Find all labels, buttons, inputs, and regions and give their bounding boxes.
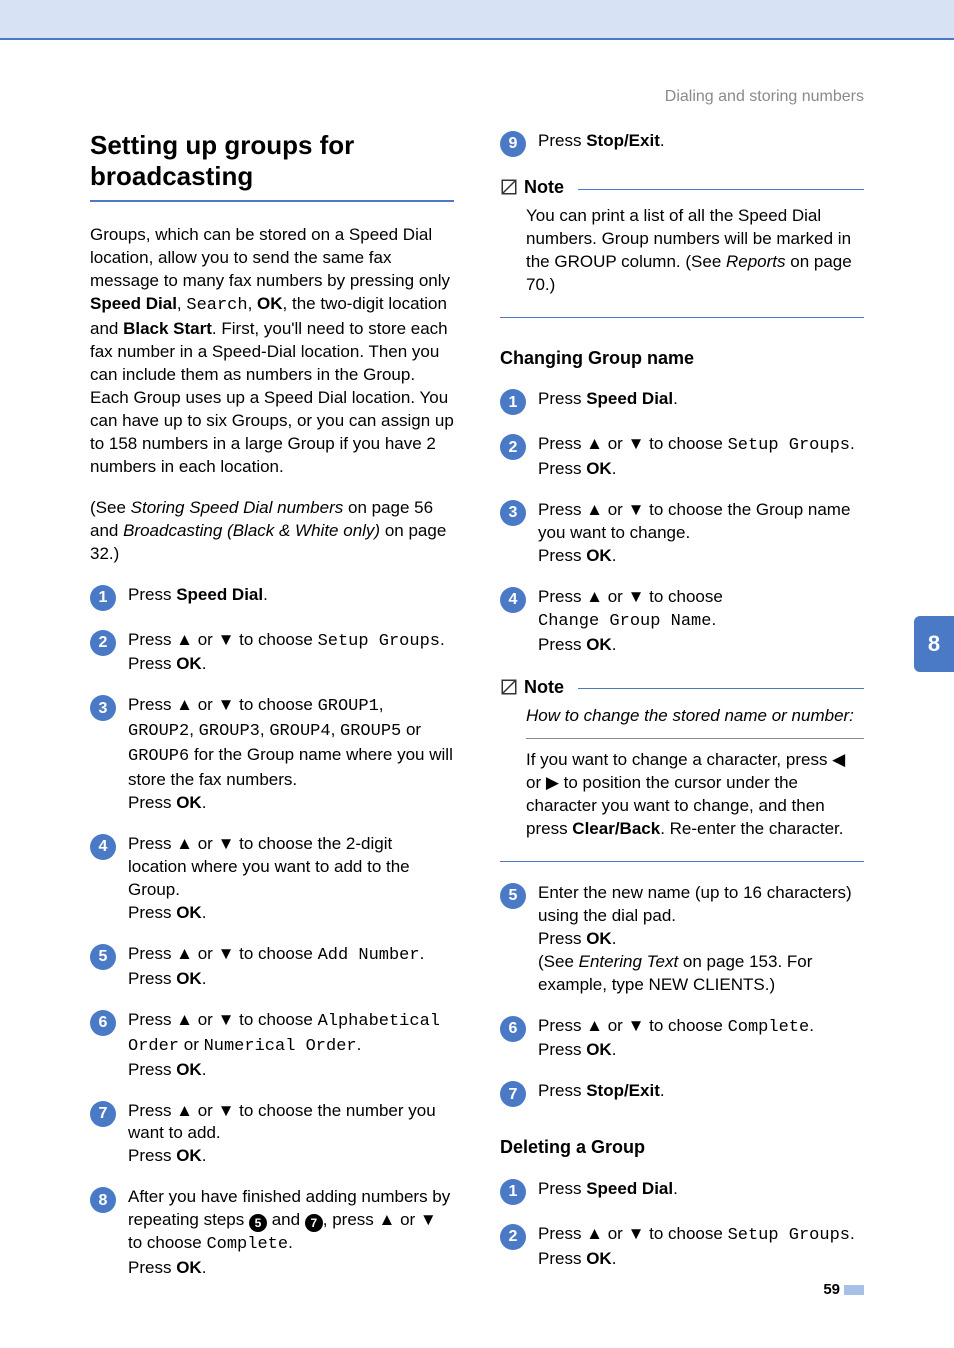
note-box-2: Note How to change the stored name or nu… <box>500 675 864 862</box>
step-ref-icon: 7 <box>305 1214 323 1232</box>
note-icon <box>500 678 518 696</box>
left-step-8: 8 After you have finished adding numbers… <box>90 1186 454 1280</box>
header-breadcrumb: Dialing and storing numbers <box>665 86 864 108</box>
subheading-deleting-a-group: Deleting a Group <box>500 1135 864 1159</box>
step-number-icon: 2 <box>500 1224 526 1250</box>
step-body: Press ▲ or ▼ to choose Setup Groups. Pre… <box>538 433 864 481</box>
chapter-tab: 8 <box>914 616 954 672</box>
right-c-step-2: 2 Press ▲ or ▼ to choose Setup Groups. P… <box>500 1223 864 1271</box>
left-step-2: 2 Press ▲ or ▼ to choose Setup Groups. P… <box>90 629 454 677</box>
right-b-step-7: 7 Press Stop/Exit. <box>500 1080 864 1107</box>
left-step-5: 5 Press ▲ or ▼ to choose Add Number. Pre… <box>90 943 454 991</box>
step-body: Press ▲ or ▼ to choose the number you wa… <box>128 1100 454 1169</box>
note-footer-rule <box>500 317 864 318</box>
right-column: 9 Press Stop/Exit. Note You can print a … <box>500 130 864 1298</box>
step-number-icon: 3 <box>500 500 526 526</box>
step-number-icon: 5 <box>500 883 526 909</box>
right-c-step-1: 1 Press Speed Dial. <box>500 1178 864 1205</box>
right-step-9: 9 Press Stop/Exit. <box>500 130 864 157</box>
left-step-4: 4 Press ▲ or ▼ to choose the 2-digit loc… <box>90 833 454 925</box>
heading-rule <box>90 200 454 202</box>
step-body: Press ▲ or ▼ to choose Complete. Press O… <box>538 1015 864 1063</box>
note-line <box>578 688 864 689</box>
left-step-1: 1 Press Speed Dial. <box>90 584 454 611</box>
step-number-icon: 4 <box>90 834 116 860</box>
note-footer-rule <box>500 861 864 862</box>
right-a-step-4: 4 Press ▲ or ▼ to choose Change Group Na… <box>500 586 864 657</box>
step-body: Press Speed Dial. <box>538 1178 864 1205</box>
note-line <box>578 189 864 190</box>
right-a-step-2: 2 Press ▲ or ▼ to choose Setup Groups. P… <box>500 433 864 481</box>
step-number-icon: 7 <box>500 1081 526 1107</box>
note-icon <box>500 178 518 196</box>
intro-paragraph-2: (See Storing Speed Dial numbers on page … <box>90 497 454 566</box>
step-body: Press ▲ or ▼ to choose GROUP1, GROUP2, G… <box>128 694 454 815</box>
right-a-step-1: 1 Press Speed Dial. <box>500 388 864 415</box>
note-subrule <box>526 738 864 739</box>
step-number-icon: 7 <box>90 1101 116 1127</box>
step-body: Press ▲ or ▼ to choose the 2-digit locat… <box>128 833 454 925</box>
step-body: Press Speed Dial. <box>538 388 864 415</box>
step-body: Press Stop/Exit. <box>538 130 864 157</box>
left-step-3: 3 Press ▲ or ▼ to choose GROUP1, GROUP2,… <box>90 694 454 815</box>
section-heading: Setting up groups for broadcasting <box>90 130 454 192</box>
left-column: Setting up groups for broadcasting Group… <box>90 130 454 1298</box>
step-body: Press Stop/Exit. <box>538 1080 864 1107</box>
step-body: Enter the new name (up to 16 characters)… <box>538 882 864 997</box>
step-number-icon: 6 <box>500 1016 526 1042</box>
subheading-changing-group-name: Changing Group name <box>500 346 864 370</box>
step-number-icon: 2 <box>90 630 116 656</box>
step-body: Press ▲ or ▼ to choose Setup Groups. Pre… <box>538 1223 864 1271</box>
note-lead: How to change the stored name or number: <box>526 706 854 725</box>
step-number-icon: 4 <box>500 587 526 613</box>
step-ref-icon: 5 <box>249 1214 267 1232</box>
step-number-icon: 8 <box>90 1187 116 1213</box>
step-number-icon: 1 <box>90 585 116 611</box>
right-b-step-6: 6 Press ▲ or ▼ to choose Complete. Press… <box>500 1015 864 1063</box>
page-number-bar-icon <box>844 1285 864 1295</box>
step-body: Press ▲ or ▼ to choose Alphabetical Orde… <box>128 1009 454 1082</box>
header-band <box>0 0 954 40</box>
step-body: Press Speed Dial. <box>128 584 454 611</box>
note-body: You can print a list of all the Speed Di… <box>500 205 864 309</box>
step-body: Press ▲ or ▼ to choose Change Group Name… <box>538 586 864 657</box>
right-a-step-3: 3 Press ▲ or ▼ to choose the Group name … <box>500 499 864 568</box>
step-number-icon: 3 <box>90 695 116 721</box>
intro-paragraph-1: Groups, which can be stored on a Speed D… <box>90 224 454 478</box>
step-body: Press ▲ or ▼ to choose Add Number. Press… <box>128 943 454 991</box>
page-number: 59 <box>823 1280 864 1300</box>
left-step-6: 6 Press ▲ or ▼ to choose Alphabetical Or… <box>90 1009 454 1082</box>
step-number-icon: 6 <box>90 1010 116 1036</box>
step-body: Press ▲ or ▼ to choose the Group name yo… <box>538 499 864 568</box>
note-title: Note <box>524 175 564 199</box>
step-body: Press ▲ or ▼ to choose Setup Groups. Pre… <box>128 629 454 677</box>
note-title: Note <box>524 675 564 699</box>
step-number-icon: 1 <box>500 389 526 415</box>
step-number-icon: 1 <box>500 1179 526 1205</box>
step-number-icon: 2 <box>500 434 526 460</box>
note-box-1: Note You can print a list of all the Spe… <box>500 175 864 318</box>
right-b-step-5: 5 Enter the new name (up to 16 character… <box>500 882 864 997</box>
note-body: How to change the stored name or number:… <box>500 705 864 853</box>
page-content: Setting up groups for broadcasting Group… <box>90 130 864 1298</box>
left-step-7: 7 Press ▲ or ▼ to choose the number you … <box>90 1100 454 1169</box>
step-body: After you have finished adding numbers b… <box>128 1186 454 1280</box>
step-number-icon: 9 <box>500 131 526 157</box>
step-number-icon: 5 <box>90 944 116 970</box>
